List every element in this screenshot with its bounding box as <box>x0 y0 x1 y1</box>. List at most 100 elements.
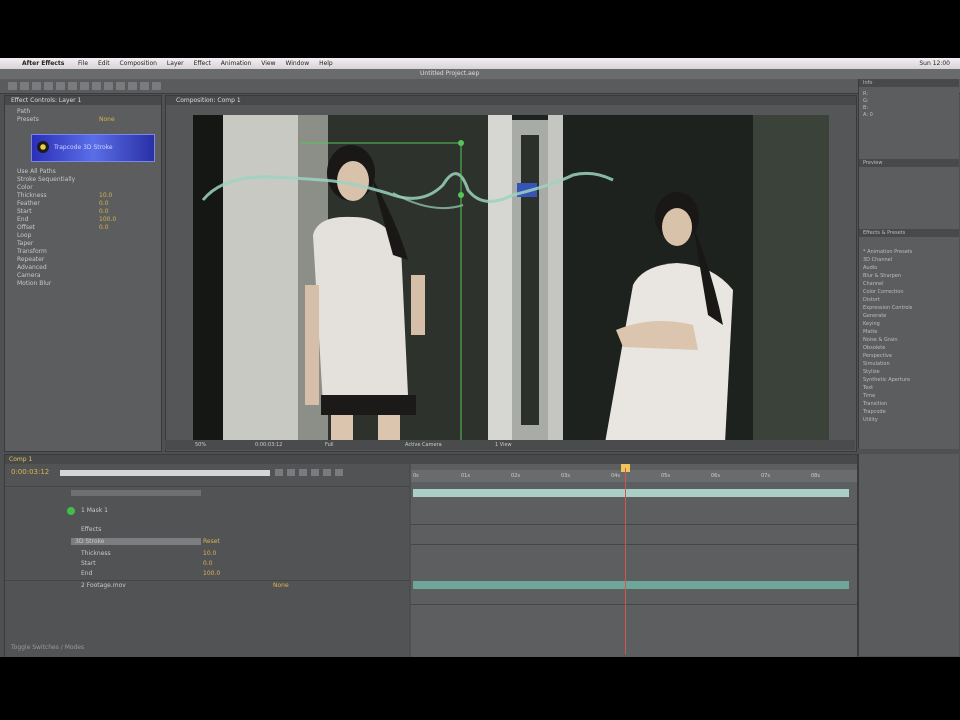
brush-tool-icon[interactable] <box>116 82 125 90</box>
effects-category[interactable]: Noise & Grain <box>863 337 898 343</box>
layer-row-value[interactable]: 0.0 <box>203 560 213 567</box>
prop-color[interactable]: Color <box>17 184 33 191</box>
prop-stroke-sequentially[interactable]: Stroke Sequentially <box>17 176 75 183</box>
effects-category[interactable]: Transition <box>863 401 887 407</box>
layer-duration-bar[interactable] <box>413 489 849 497</box>
menu-effect[interactable]: Effect <box>194 60 211 67</box>
effects-category[interactable]: Blur & Sharpen <box>863 273 901 279</box>
prop-presets-value[interactable]: None <box>99 116 115 123</box>
effects-category[interactable]: Stylize <box>863 369 880 375</box>
prop-path[interactable]: Path <box>17 108 30 115</box>
effects-category[interactable]: Audio <box>863 265 877 271</box>
time-ruler[interactable]: 0s 01s 02s 03s 04s 05s 06s 07s 08s <box>411 470 857 482</box>
puppet-tool-icon[interactable] <box>152 82 161 90</box>
layer-row-label[interactable]: Thickness <box>81 550 111 557</box>
menu-view[interactable]: View <box>261 60 275 67</box>
composition-frame[interactable] <box>193 115 829 443</box>
hand-tool-icon[interactable] <box>20 82 29 90</box>
graph-editor-icon[interactable] <box>335 469 343 476</box>
brainstorm-icon[interactable] <box>323 469 331 476</box>
effects-category[interactable]: Time <box>863 393 875 399</box>
effects-category[interactable]: Matte <box>863 329 877 335</box>
layer-row-value[interactable]: 10.0 <box>203 550 216 557</box>
effects-category[interactable]: Trapcode <box>863 409 886 415</box>
layer-name-column[interactable] <box>71 490 201 496</box>
prop-camera[interactable]: Camera <box>17 272 41 279</box>
mask-tool-icon[interactable] <box>80 82 89 90</box>
menu-window[interactable]: Window <box>285 60 309 67</box>
footage-duration-bar[interactable] <box>413 581 849 589</box>
menu-composition[interactable]: Composition <box>120 60 157 67</box>
selected-effect-row[interactable]: 3D Stroke <box>71 538 201 545</box>
prop-loop[interactable]: Loop <box>17 232 31 239</box>
effect-controls-tab[interactable]: Effect Controls: Layer 1 <box>5 96 161 105</box>
prop-thickness-value[interactable]: 10.0 <box>99 192 112 199</box>
timeline-tab[interactable]: Comp 1 <box>5 455 857 464</box>
pan-behind-tool-icon[interactable] <box>68 82 77 90</box>
search-field[interactable] <box>60 470 270 476</box>
prop-end-value[interactable]: 100.0 <box>99 216 116 223</box>
composition-tab[interactable]: Composition: Comp 1 <box>166 96 856 105</box>
camera-select[interactable]: Active Camera <box>405 442 442 448</box>
anchor-point-icon[interactable] <box>458 140 464 146</box>
menu-help[interactable]: Help <box>319 60 333 67</box>
shy-icon[interactable] <box>287 469 295 476</box>
menu-layer[interactable]: Layer <box>167 60 184 67</box>
prop-use-all-paths[interactable]: Use All Paths <box>17 168 56 175</box>
layer-row-label[interactable]: 1 Mask 1 <box>81 507 108 514</box>
layer-row-label[interactable]: Effects <box>81 526 101 533</box>
effects-category[interactable]: Expression Controls <box>863 305 912 311</box>
rotate-tool-icon[interactable] <box>44 82 53 90</box>
effects-category[interactable]: 3D Channel <box>863 257 892 263</box>
clone-tool-icon[interactable] <box>128 82 137 90</box>
prop-thickness[interactable]: Thickness <box>17 192 47 199</box>
path-vertex-icon[interactable] <box>458 192 464 198</box>
prop-feather[interactable]: Feather <box>17 200 40 207</box>
prop-taper[interactable]: Taper <box>17 240 33 247</box>
layer-row-label[interactable]: End <box>81 570 92 577</box>
prop-end[interactable]: End <box>17 216 28 223</box>
prop-start-value[interactable]: 0.0 <box>99 208 109 215</box>
zoom-tool-icon[interactable] <box>32 82 41 90</box>
timeline-timecode[interactable]: 0:00:03:12 <box>11 468 49 476</box>
effects-category[interactable]: Simulation <box>863 361 890 367</box>
app-menu[interactable]: After Effects <box>22 60 64 67</box>
effects-category[interactable]: Distort <box>863 297 880 303</box>
effects-category[interactable]: Synthetic Aperture <box>863 377 910 383</box>
current-time-indicator[interactable] <box>625 468 626 654</box>
prop-presets[interactable]: Presets <box>17 116 39 123</box>
effects-category[interactable]: Keying <box>863 321 880 327</box>
effects-category[interactable]: Utility <box>863 417 878 423</box>
draft-3d-icon[interactable] <box>275 469 283 476</box>
views-select[interactable]: 1 View <box>495 442 512 448</box>
menu-file[interactable]: File <box>78 60 88 67</box>
effects-presets-tab[interactable]: Effects & Presets <box>859 229 959 237</box>
text-tool-icon[interactable] <box>104 82 113 90</box>
menu-edit[interactable]: Edit <box>98 60 110 67</box>
eraser-tool-icon[interactable] <box>140 82 149 90</box>
layer-row-value[interactable]: None <box>273 582 289 589</box>
prop-motion-blur[interactable]: Motion Blur <box>17 280 51 287</box>
pen-tool-icon[interactable] <box>92 82 101 90</box>
effects-category[interactable]: Color Correction <box>863 289 904 295</box>
selection-tool-icon[interactable] <box>8 82 17 90</box>
prop-feather-value[interactable]: 0.0 <box>99 200 109 207</box>
effects-category[interactable]: Perspective <box>863 353 892 359</box>
prop-offset[interactable]: Offset <box>17 224 35 231</box>
layer-row-value[interactable]: 100.0 <box>203 570 220 577</box>
toggle-switches-label[interactable]: Toggle Switches / Modes <box>11 644 84 651</box>
resolution-select[interactable]: Full <box>325 442 334 448</box>
zoom-level[interactable]: 50% <box>195 442 206 448</box>
prop-start[interactable]: Start <box>17 208 32 215</box>
prop-offset-value[interactable]: 0.0 <box>99 224 109 231</box>
prop-advanced[interactable]: Advanced <box>17 264 47 271</box>
effects-category[interactable]: Channel <box>863 281 884 287</box>
preview-tab[interactable]: Preview <box>859 159 959 167</box>
effects-category[interactable]: Text <box>863 385 873 391</box>
keyframe-icon[interactable] <box>67 507 75 515</box>
info-tab[interactable]: Info <box>859 79 959 87</box>
layer-row-label[interactable]: 2 Footage.mov <box>81 582 126 589</box>
effects-category[interactable]: * Animation Presets <box>863 249 912 255</box>
effects-category[interactable]: Generate <box>863 313 886 319</box>
prop-repeater[interactable]: Repeater <box>17 256 44 263</box>
